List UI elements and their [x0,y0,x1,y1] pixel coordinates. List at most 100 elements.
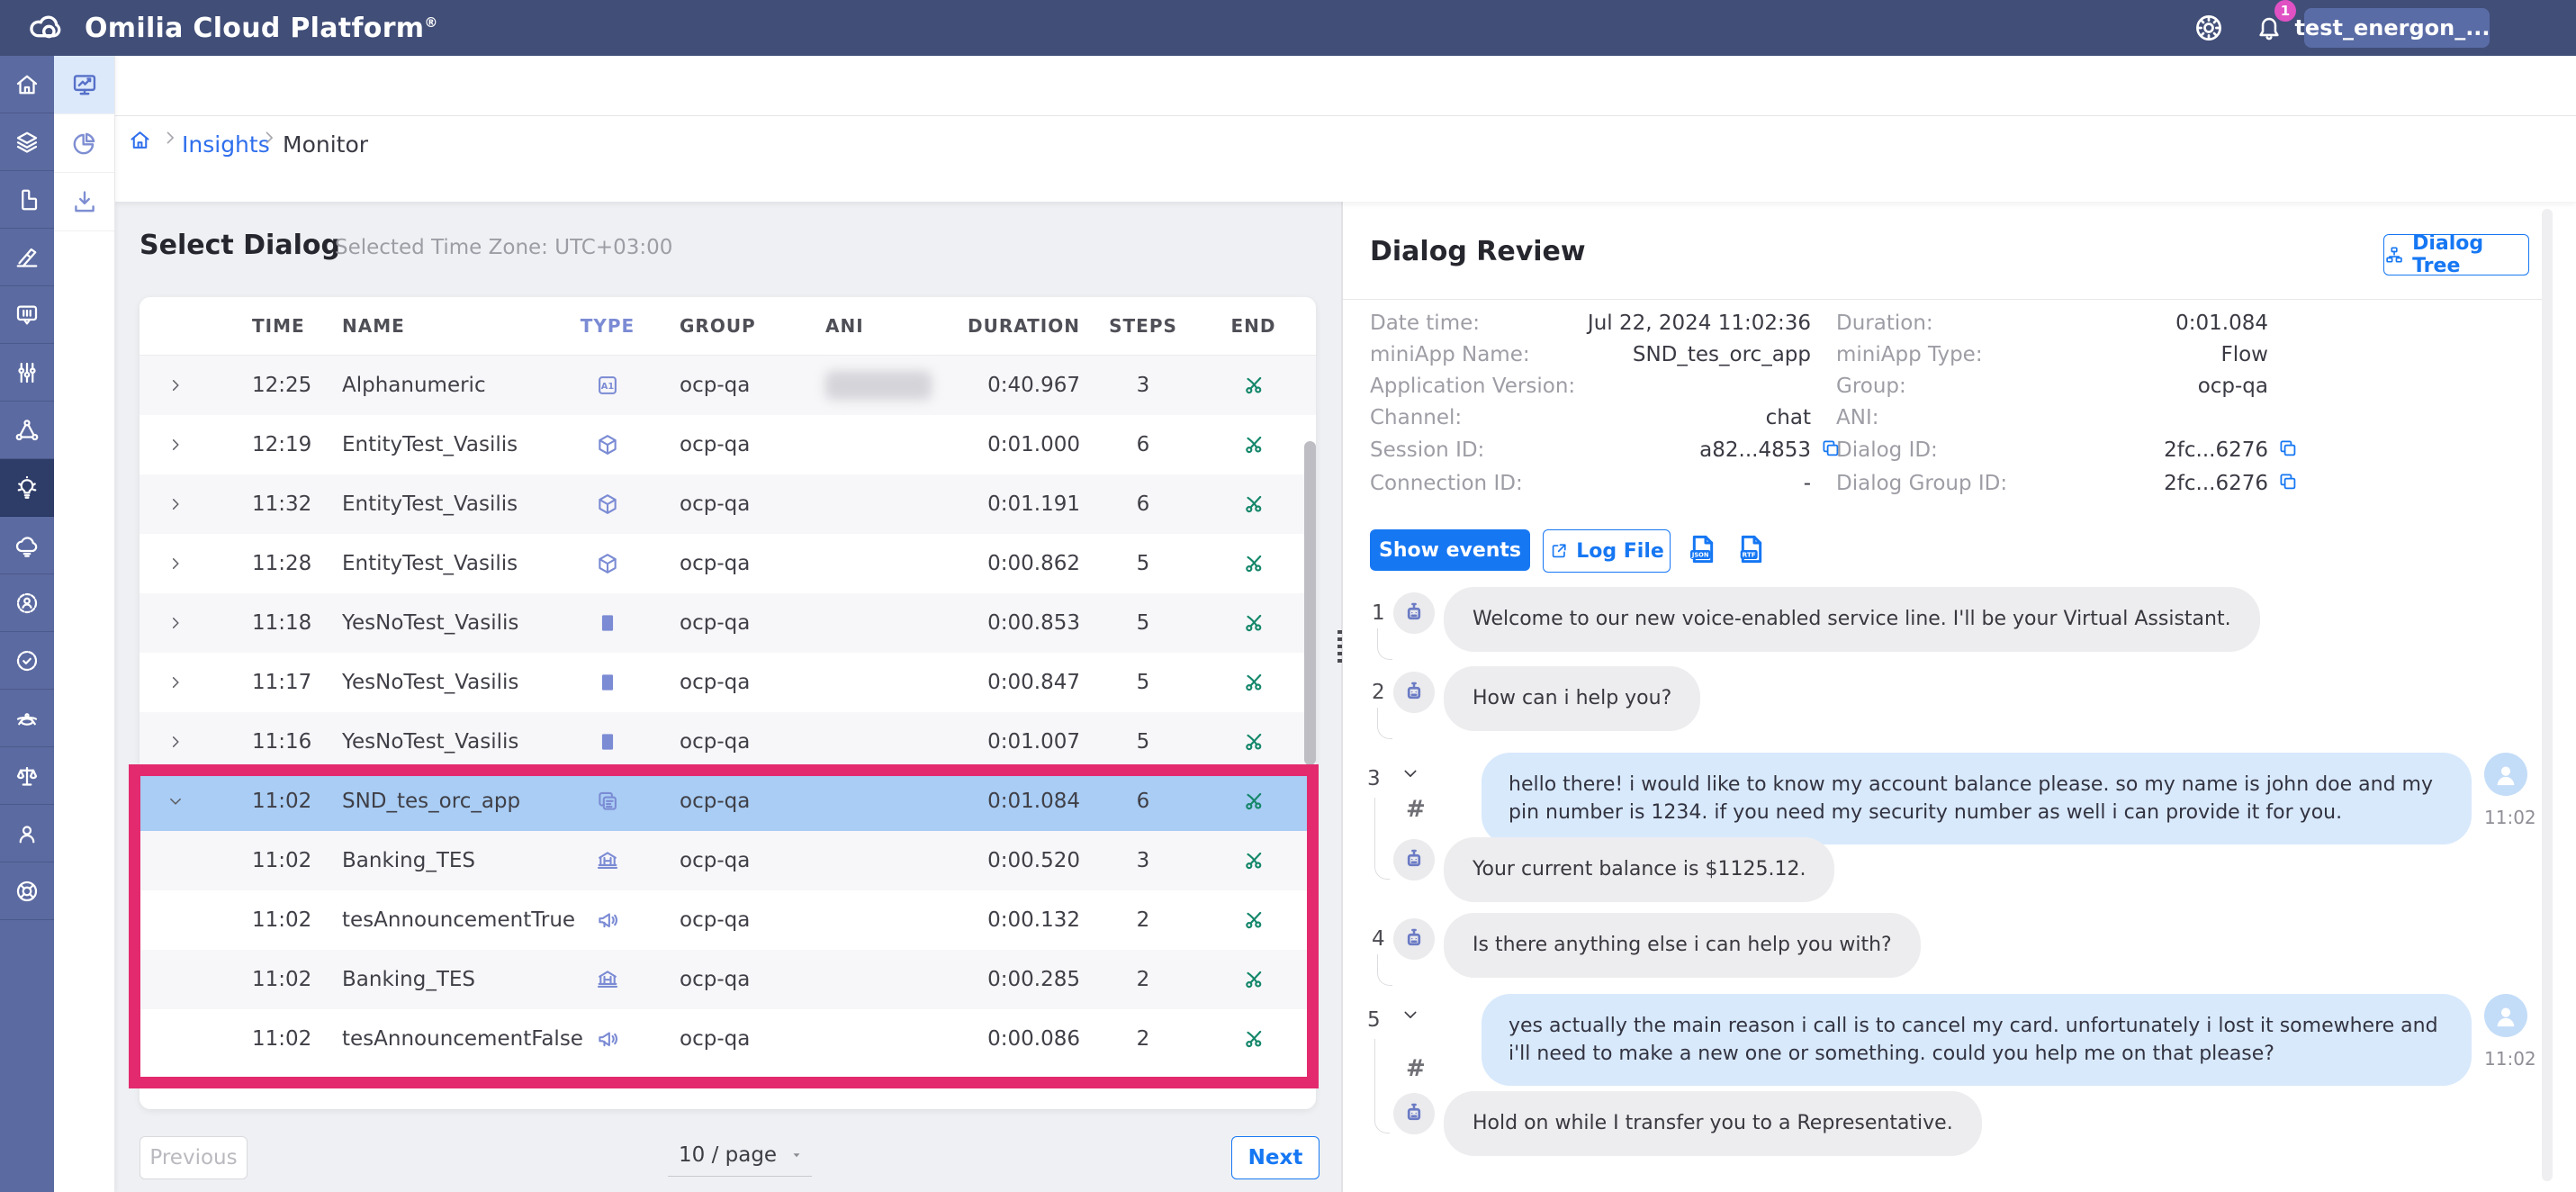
alphanumeric-icon [595,373,620,398]
col-type[interactable]: TYPE [576,315,639,337]
chevron-right-icon[interactable] [167,555,185,573]
breadcrumb-home-icon[interactable] [128,128,152,152]
table-row[interactable]: 12:19EntityTest_Vasilisocp-qa0:01.0006 [140,415,1316,474]
expander-cell[interactable] [140,555,212,573]
sidebar-item-layers[interactable] [0,113,54,171]
sidebar-item-dialog-logs[interactable] [0,286,54,344]
dialog-end-success-icon [1242,849,1265,872]
right-scrollbar-track[interactable] [2542,209,2553,1181]
table-row[interactable]: 11:02Banking_TESocp-qa0:00.2852 [140,950,1316,1009]
panel-drag-handle[interactable] [1338,630,1342,666]
sidebar-item-miniapps[interactable] [0,171,54,229]
settings-gear-icon[interactable] [2193,12,2225,44]
cell-time: 12:25 [212,374,311,397]
table-row[interactable]: 11:02tesAnnouncementFalseocp-qa0:00.0862 [140,1009,1316,1069]
table-row[interactable]: 11:17YesNoTest_Vasilisocp-qa0:00.8475 [140,653,1316,712]
rail-item-monitor[interactable] [54,56,114,114]
sidebar-item-integration[interactable] [0,690,54,747]
message-timestamp: 11:02 [2484,1048,2527,1070]
table-row[interactable]: 11:28EntityTest_Vasilisocp-qa0:00.8625 [140,534,1316,593]
bot-message-bubble: Welcome to our new voice-enabled service… [1444,587,2260,652]
table-row[interactable]: 11:02Banking_TESocp-qa0:00.5203 [140,831,1316,890]
col-steps[interactable]: STEPS [1080,315,1206,337]
detail-label: ANI: [1836,406,1878,429]
chevron-right-icon[interactable] [167,614,185,632]
log-file-button[interactable]: Log File [1543,529,1671,573]
table-row[interactable]: 11:02SND_tes_orc_appocp-qa0:01.0846 [140,772,1316,831]
col-group[interactable]: GROUP [639,315,810,337]
sidebar-item-design-tools[interactable] [0,229,54,286]
export-rtf-icon[interactable] [1734,531,1770,567]
chevron-right-icon[interactable] [167,495,185,513]
sidebar-item-cloud-services[interactable] [0,517,54,574]
expander-cell[interactable] [140,376,212,394]
collapse-chevron-icon[interactable] [1401,1005,1420,1025]
export-json-icon[interactable] [1685,531,1721,567]
table-row[interactable]: 11:16YesNoTest_Vasilisocp-qa0:01.0075 [140,712,1316,772]
table-row[interactable]: 11:32EntityTest_Vasilisocp-qa0:01.1916 [140,474,1316,534]
certification-badge-icon [14,647,41,674]
chevron-right-icon[interactable] [167,673,185,691]
dialog-end-success-icon [1242,790,1265,813]
cell-end [1206,790,1301,813]
sidebar-item-orchestrator[interactable] [0,402,54,459]
sidebar-item-user-settings[interactable] [0,574,54,632]
cell-duration: 0:01.084 [954,790,1080,813]
sidebar-item-profile[interactable] [0,805,54,862]
table-row[interactable]: 12:25Alphanumericocp-qa0:40.9673 [140,356,1316,415]
sidebar-item-sliders[interactable] [0,344,54,402]
chevron-down-icon[interactable] [167,792,185,810]
previous-page-button[interactable]: Previous [140,1136,248,1179]
col-ani[interactable]: ANI [810,315,954,337]
table-row[interactable]: 11:02tesAnnouncementTrueocp-qa0:00.1322 [140,890,1316,950]
rail-item-reports-pie[interactable] [54,114,114,173]
entity-cube-icon [595,551,620,576]
sidebar-item-home[interactable] [0,56,54,113]
page-size-select[interactable]: 10 / page [668,1136,812,1177]
account-menu-button[interactable]: test_energon_... [2304,8,2490,48]
collapse-chevron-icon[interactable] [1401,763,1420,783]
table-scrollbar-thumb[interactable] [1304,441,1316,765]
rail-item-export-download[interactable] [54,173,114,231]
expander-cell[interactable] [140,733,212,751]
bot-message-bubble: How can i help you? [1444,666,1700,731]
show-events-button[interactable]: Show events [1370,529,1530,571]
chevron-right-icon[interactable] [167,733,185,751]
dialog-end-success-icon [1242,968,1265,991]
thread-connector [1377,954,1392,986]
col-name[interactable]: NAME [311,315,576,337]
sidebar-item-support[interactable] [0,862,54,920]
table-row[interactable]: 11:18YesNoTest_Vasilisocp-qa0:00.8535 [140,593,1316,653]
expander-cell[interactable] [140,436,212,454]
dialog-copy-icon [595,789,620,814]
cell-time: 11:02 [212,908,311,932]
dtmf-hash-icon: # [1406,796,1426,823]
robot-icon [1401,1100,1428,1127]
cell-group: ocp-qa [639,433,810,456]
cell-type [576,967,639,992]
step-number: 1 [1372,601,1385,625]
copy-icon[interactable] [2277,471,2299,492]
detail-value: SND_tes_orc_app [1451,343,1811,366]
next-page-button[interactable]: Next [1231,1136,1320,1179]
sidebar-item-certification-badge[interactable] [0,632,54,690]
col-duration[interactable]: DURATION [954,315,1080,337]
sidebar-item-insights[interactable] [0,459,54,517]
registered-mark: ® [424,14,437,31]
col-time[interactable]: TIME [212,315,311,337]
chevron-right-icon[interactable] [167,436,185,454]
col-end[interactable]: END [1206,315,1301,337]
chevron-right-icon[interactable] [167,376,185,394]
dialog-tree-button[interactable]: Dialog Tree [2383,234,2529,275]
expander-cell[interactable] [140,792,212,810]
copy-icon[interactable] [2277,438,2299,459]
expander-cell[interactable] [140,495,212,513]
sidebar-item-compliance-scales[interactable] [0,747,54,805]
expander-cell[interactable] [140,614,212,632]
expander-cell[interactable] [140,673,212,691]
cell-type [576,432,639,457]
cell-name: tesAnnouncementFalse [311,1027,576,1051]
breadcrumb-insights-link[interactable]: Insights [182,131,270,158]
cell-duration: 0:00.285 [954,968,1080,991]
cell-time: 11:28 [212,552,311,575]
